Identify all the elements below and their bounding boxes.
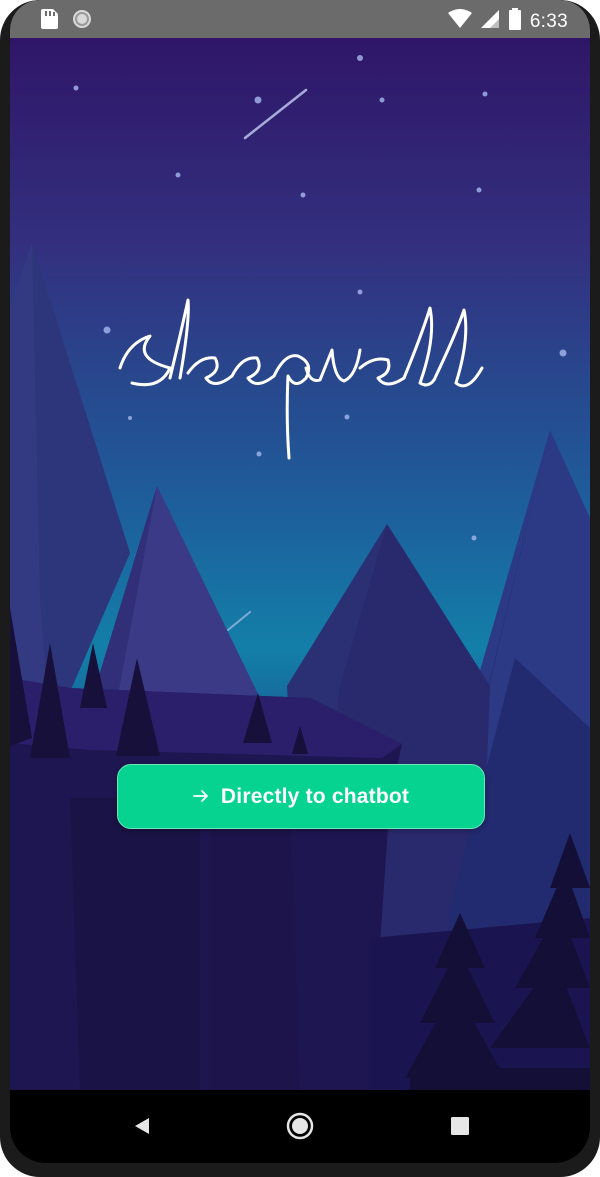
battery-icon <box>508 8 522 35</box>
navigation-bar <box>10 1090 590 1163</box>
recents-icon[interactable] <box>440 1110 480 1142</box>
status-left-icons <box>40 9 92 34</box>
arrow-right-icon <box>193 788 209 806</box>
splash-screen: Directly to chatbot <box>10 38 590 1090</box>
cta-label: Directly to chatbot <box>220 784 410 808</box>
screen: 6:33 Directly to chatbot <box>10 0 590 1163</box>
cell-signal-icon <box>480 9 500 34</box>
back-icon[interactable] <box>122 1110 162 1142</box>
stars <box>73 55 567 541</box>
directly-to-chatbot-button[interactable]: Directly to chatbot <box>117 764 485 829</box>
wifi-icon <box>447 9 472 34</box>
sleepwell-logo <box>118 298 484 460</box>
status-bar: 6:33 <box>10 0 590 38</box>
home-icon[interactable] <box>280 1110 320 1142</box>
device-frame: 6:33 Directly to chatbot <box>0 0 600 1177</box>
night-mountain-illustration <box>10 55 590 1090</box>
sd-card-icon <box>40 9 58 34</box>
sync-circle-icon <box>72 9 92 34</box>
status-right-icons: 6:33 <box>447 8 568 35</box>
status-time: 6:33 <box>529 10 568 32</box>
